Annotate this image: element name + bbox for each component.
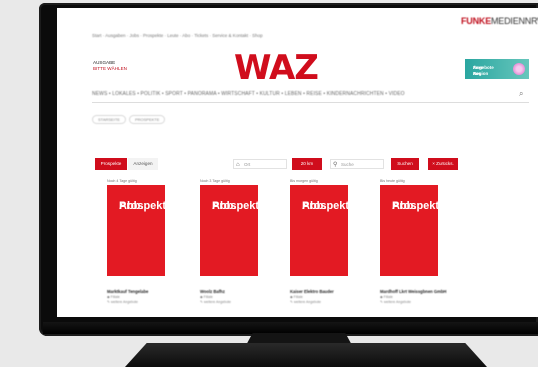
browser-screen: FUNKEMEDIENNRW Start · Ausgaben · Jobs ·… <box>57 8 538 317</box>
prospekt-card[interactable]: Noch 3 Tage gültig Abb. Prospekt Woolz Ba… <box>200 179 259 304</box>
card-title[interactable]: Marktkauf Tengelabe <box>107 289 177 294</box>
search-button[interactable]: Suchen <box>391 158 419 170</box>
card-validity: Noch 4 Tage gültig <box>107 179 137 183</box>
card-image-placeholder[interactable]: Abb. Prospekt <box>380 185 439 276</box>
card-title[interactable]: Mardhoff Lkrt Weissgbnen GmbH <box>380 289 450 294</box>
radius-select[interactable]: 20 km <box>292 158 322 170</box>
prospekt-card[interactable]: Bis morgen gültig Abb. Prospekt Kaiser El… <box>290 179 349 304</box>
card-meta: ◆ Filiale ✎ weitere Angebote <box>290 295 321 304</box>
edition-choose-link[interactable]: BITTE WÄHLEN <box>93 66 127 72</box>
card-image-placeholder[interactable]: Abb. Prospekt <box>290 185 349 276</box>
funke-logo-prefix: FUNKE <box>461 16 491 26</box>
filter-bar: Prospekte Anzeigen ⌂ Ort 20 km ⚲ Suche Suc… <box>95 158 535 172</box>
funke-logo-suffix: MEDIENNRW <box>491 16 538 26</box>
edition-selector[interactable]: AUSGABE BITTE WÄHLEN <box>93 60 127 72</box>
card-title[interactable]: Woolz Bafhz <box>200 289 270 294</box>
prospekt-card[interactable]: Noch 4 Tage gültig Abb. Prospekt Marktkau… <box>107 179 166 304</box>
card-validity: Bis heute gültig <box>380 179 405 183</box>
site-logo[interactable]: WAZ <box>234 48 319 88</box>
header-ad-banner[interactable]: Angebote aus Ihrer Region <box>465 59 529 79</box>
breadcrumb-prospekte[interactable]: PROSPEKTE <box>128 115 166 124</box>
tab-anzeigen[interactable]: Anzeigen <box>128 158 158 170</box>
card-validity: Bis morgen gültig <box>290 179 318 183</box>
card-validity: Noch 3 Tage gültig <box>200 179 230 183</box>
main-navigation[interactable]: NEWS • LOKALES • POLITIK • SPORT • PANOR… <box>92 91 405 97</box>
search-input[interactable]: ⚲ Suche <box>330 159 384 169</box>
card-image-placeholder[interactable]: Abb. Prospekt <box>200 185 259 276</box>
card-meta: ◆ Filiale ✎ weitere Angebote <box>380 295 411 304</box>
flower-icon <box>513 63 525 75</box>
card-image-placeholder[interactable]: Abb. Prospekt <box>107 185 166 276</box>
breadcrumb: STARSEITE PROSPEKTE <box>92 108 168 126</box>
tab-prospekte[interactable]: Prospekte <box>95 158 127 170</box>
home-icon: ⌂ <box>236 162 240 168</box>
search-icon: ⚲ <box>333 162 338 168</box>
card-title[interactable]: Kaiser Elektro Bauder <box>290 289 360 294</box>
top-service-nav[interactable]: Start · Ausgaben · Jobs · Prospekte · Le… <box>92 33 263 38</box>
prospekt-card[interactable]: Bis heute gültig Abb. Prospekt Mardhoff L… <box>380 179 446 304</box>
reset-button[interactable]: × Zurücks. <box>428 158 458 170</box>
funke-logo[interactable]: FUNKEMEDIENNRW <box>461 16 538 26</box>
card-meta: ◆ Filiale ✎ weitere Angebote <box>200 295 231 304</box>
breadcrumb-startseite[interactable]: STARSEITE <box>92 115 126 124</box>
card-meta: ◆ Filiale ✎ weitere Angebote <box>107 295 138 304</box>
monitor-stand-base <box>125 343 487 367</box>
nav-divider <box>92 102 529 103</box>
location-input[interactable]: ⌂ Ort <box>233 159 287 169</box>
search-icon[interactable]: ⌕ <box>519 89 523 99</box>
